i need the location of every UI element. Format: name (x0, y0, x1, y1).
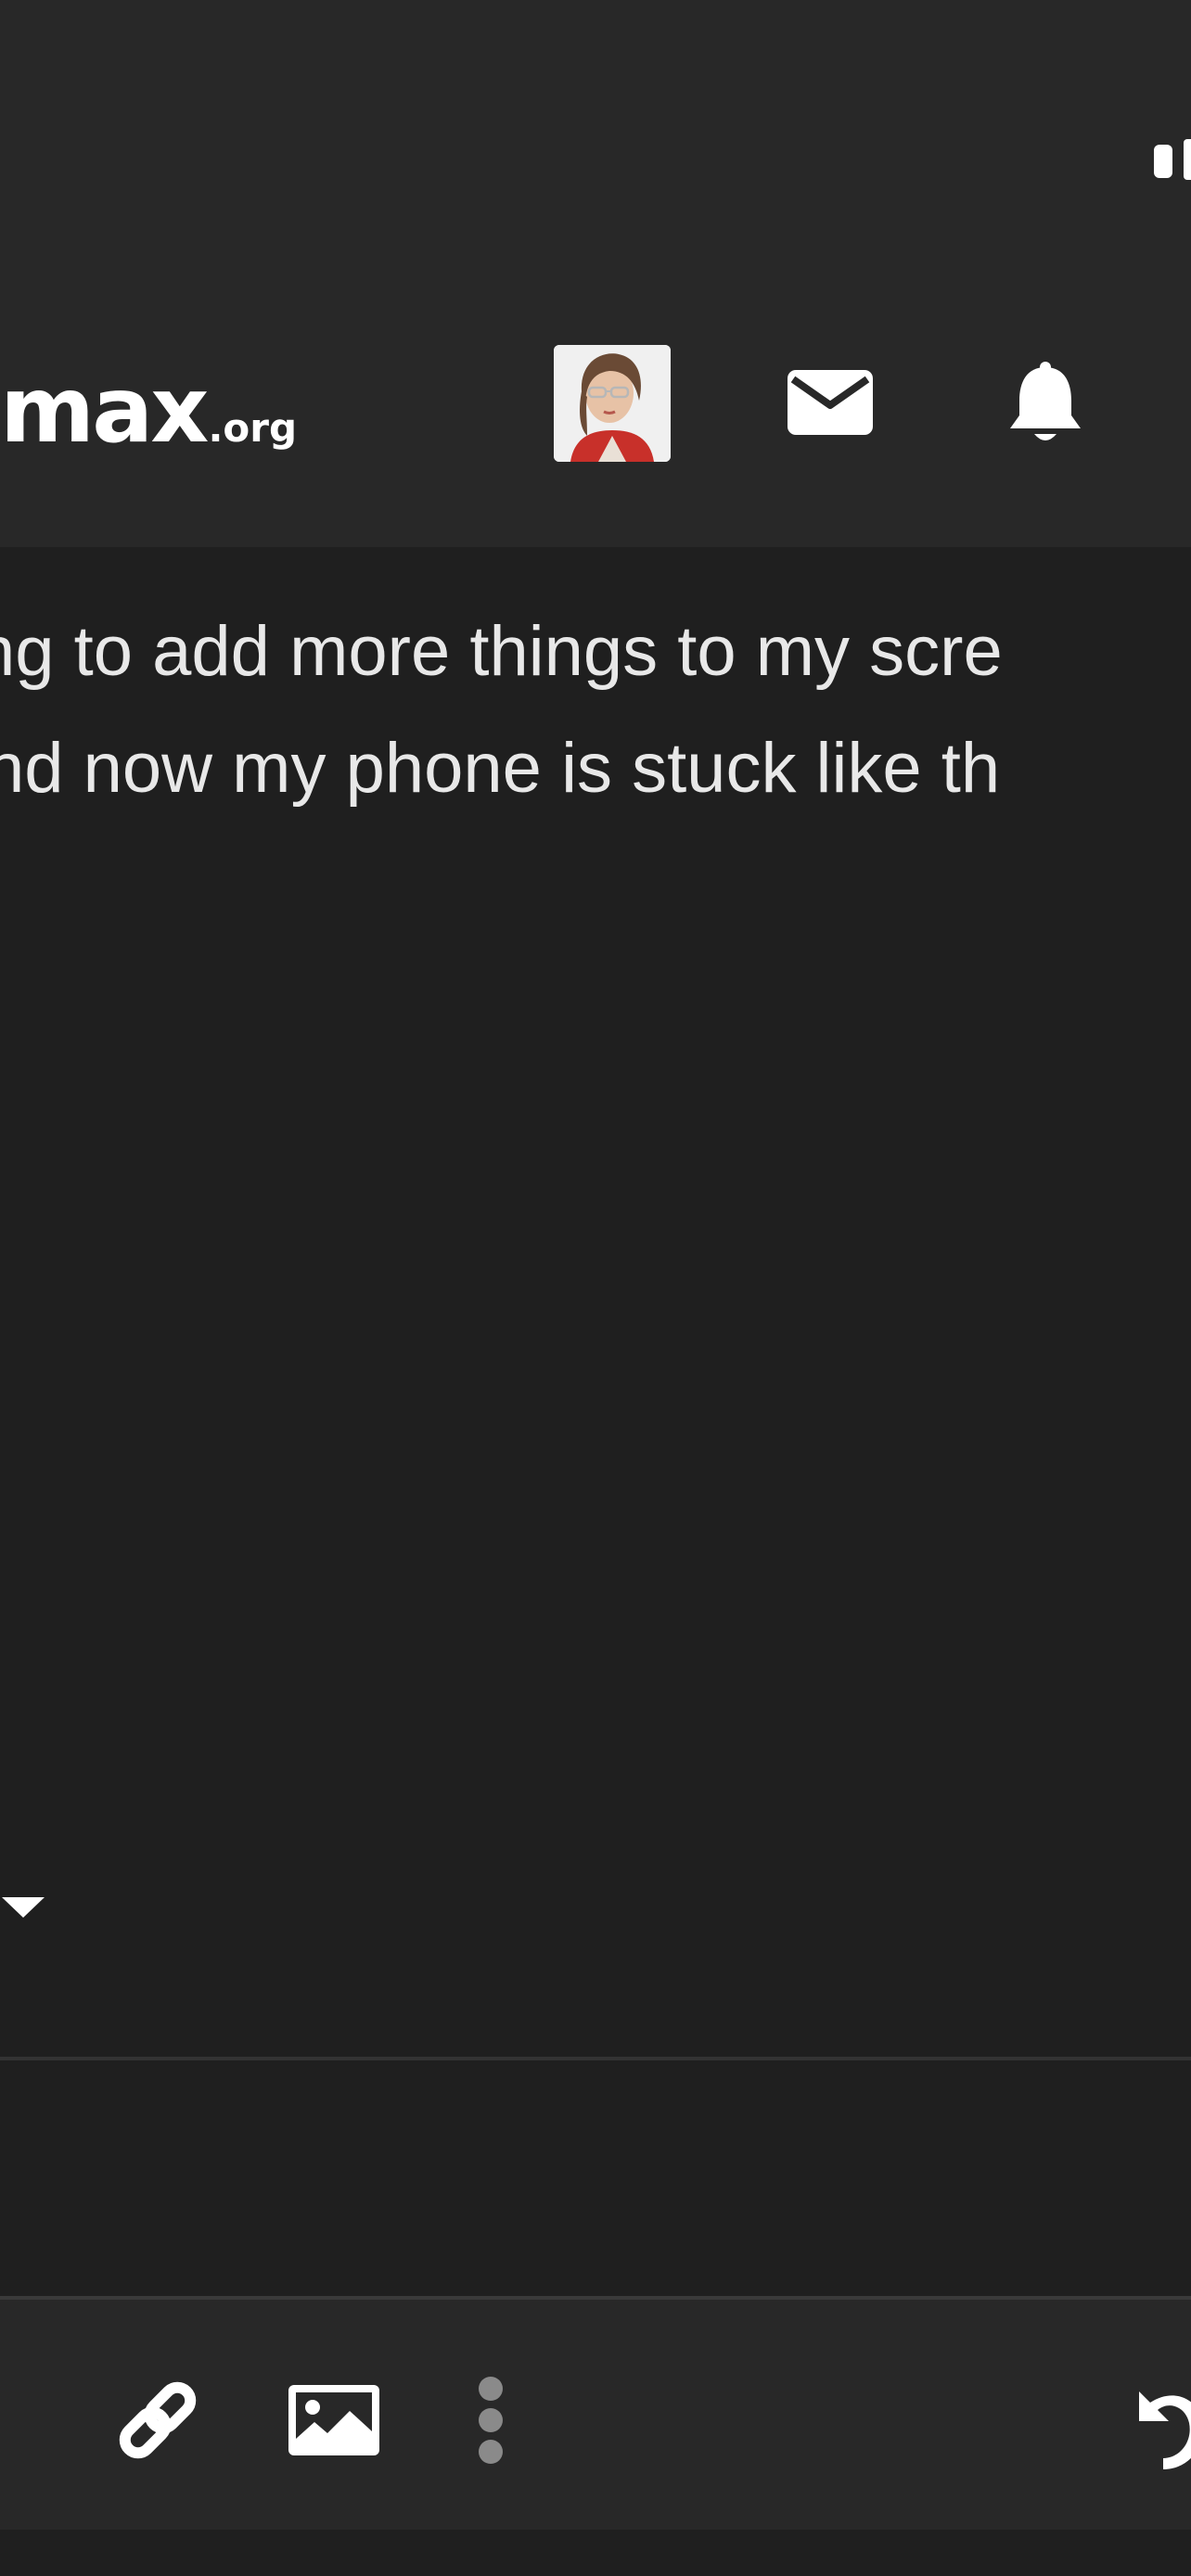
vertical-ellipsis-icon (479, 2377, 503, 2464)
post-text-line: ng to add more things to my scre (0, 612, 1003, 691)
undo-button[interactable] (1132, 2374, 1191, 2476)
messages-button[interactable] (779, 356, 881, 449)
user-avatar-icon (554, 345, 671, 462)
notifications-button[interactable] (994, 352, 1096, 454)
top-navigation-bar: max.org (0, 0, 1191, 547)
logo-wordmark: max (0, 358, 209, 464)
bell-icon (1010, 362, 1081, 440)
insert-link-button[interactable] (102, 2365, 213, 2476)
undo-icon (1139, 2391, 1191, 2469)
editor-toolbar (0, 2300, 1191, 2530)
more-options-button[interactable] (460, 2363, 521, 2478)
status-bar-indicator (1154, 145, 1172, 178)
user-avatar[interactable] (554, 345, 671, 462)
image-icon (288, 2385, 379, 2455)
post-text-line: nd now my phone is stuck like th (0, 729, 1001, 808)
post-body: ng to add more things to my scre nd now … (0, 593, 1191, 827)
link-icon (119, 2381, 197, 2459)
expand-toggle[interactable] (0, 1894, 56, 1940)
post-content: ng to add more things to my scre nd now … (0, 547, 1191, 2059)
envelope-icon (788, 370, 873, 435)
caret-down-icon (2, 1897, 45, 1918)
bottom-safe-area (0, 2530, 1191, 2576)
insert-image-button[interactable] (278, 2365, 390, 2476)
status-bar-indicator (1184, 139, 1191, 180)
site-logo[interactable]: max.org (0, 360, 297, 471)
reply-text-area[interactable] (0, 2060, 1191, 2296)
logo-domain: .org (208, 405, 298, 451)
